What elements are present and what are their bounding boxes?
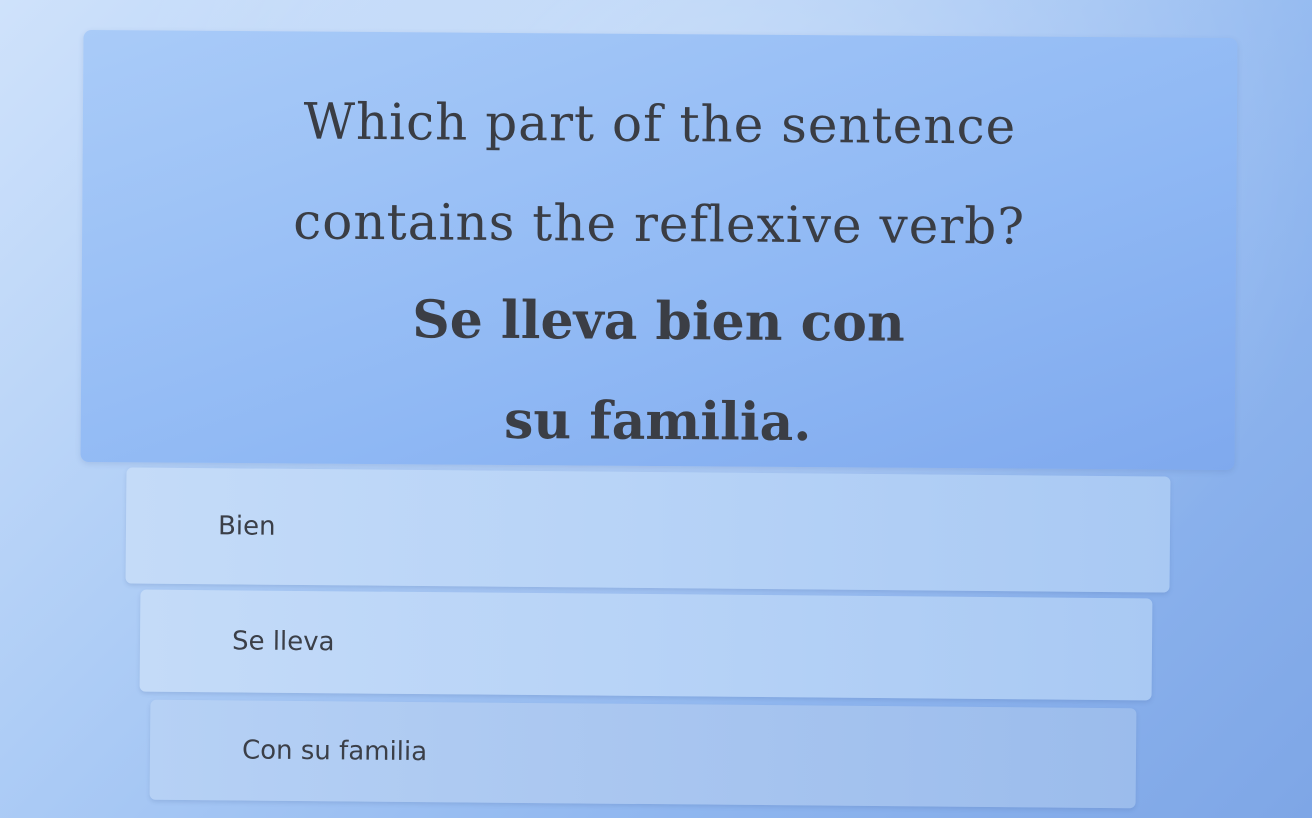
- question-line-2: contains the reflexive verb?: [293, 192, 1026, 256]
- question-prompt: Which part of the sentence contains the …: [82, 70, 1237, 278]
- answer-option-bien[interactable]: Bien: [125, 467, 1171, 593]
- example-sentence: Se lleva bien con su familia.: [80, 268, 1235, 476]
- answer-option-con-su-familia[interactable]: Con su familia: [149, 699, 1137, 809]
- question-card: Which part of the sentence contains the …: [80, 29, 1238, 471]
- question-line-1: Which part of the sentence: [303, 92, 1017, 156]
- answer-option-se-lleva[interactable]: Se lleva: [139, 589, 1153, 701]
- sentence-line-1: Se lleva bien con: [411, 289, 906, 354]
- answer-option-label: Con su familia: [241, 735, 428, 768]
- answer-option-label: Bien: [217, 511, 276, 542]
- answer-option-label: Se lleva: [231, 626, 335, 658]
- sentence-line-2: su familia.: [503, 389, 812, 454]
